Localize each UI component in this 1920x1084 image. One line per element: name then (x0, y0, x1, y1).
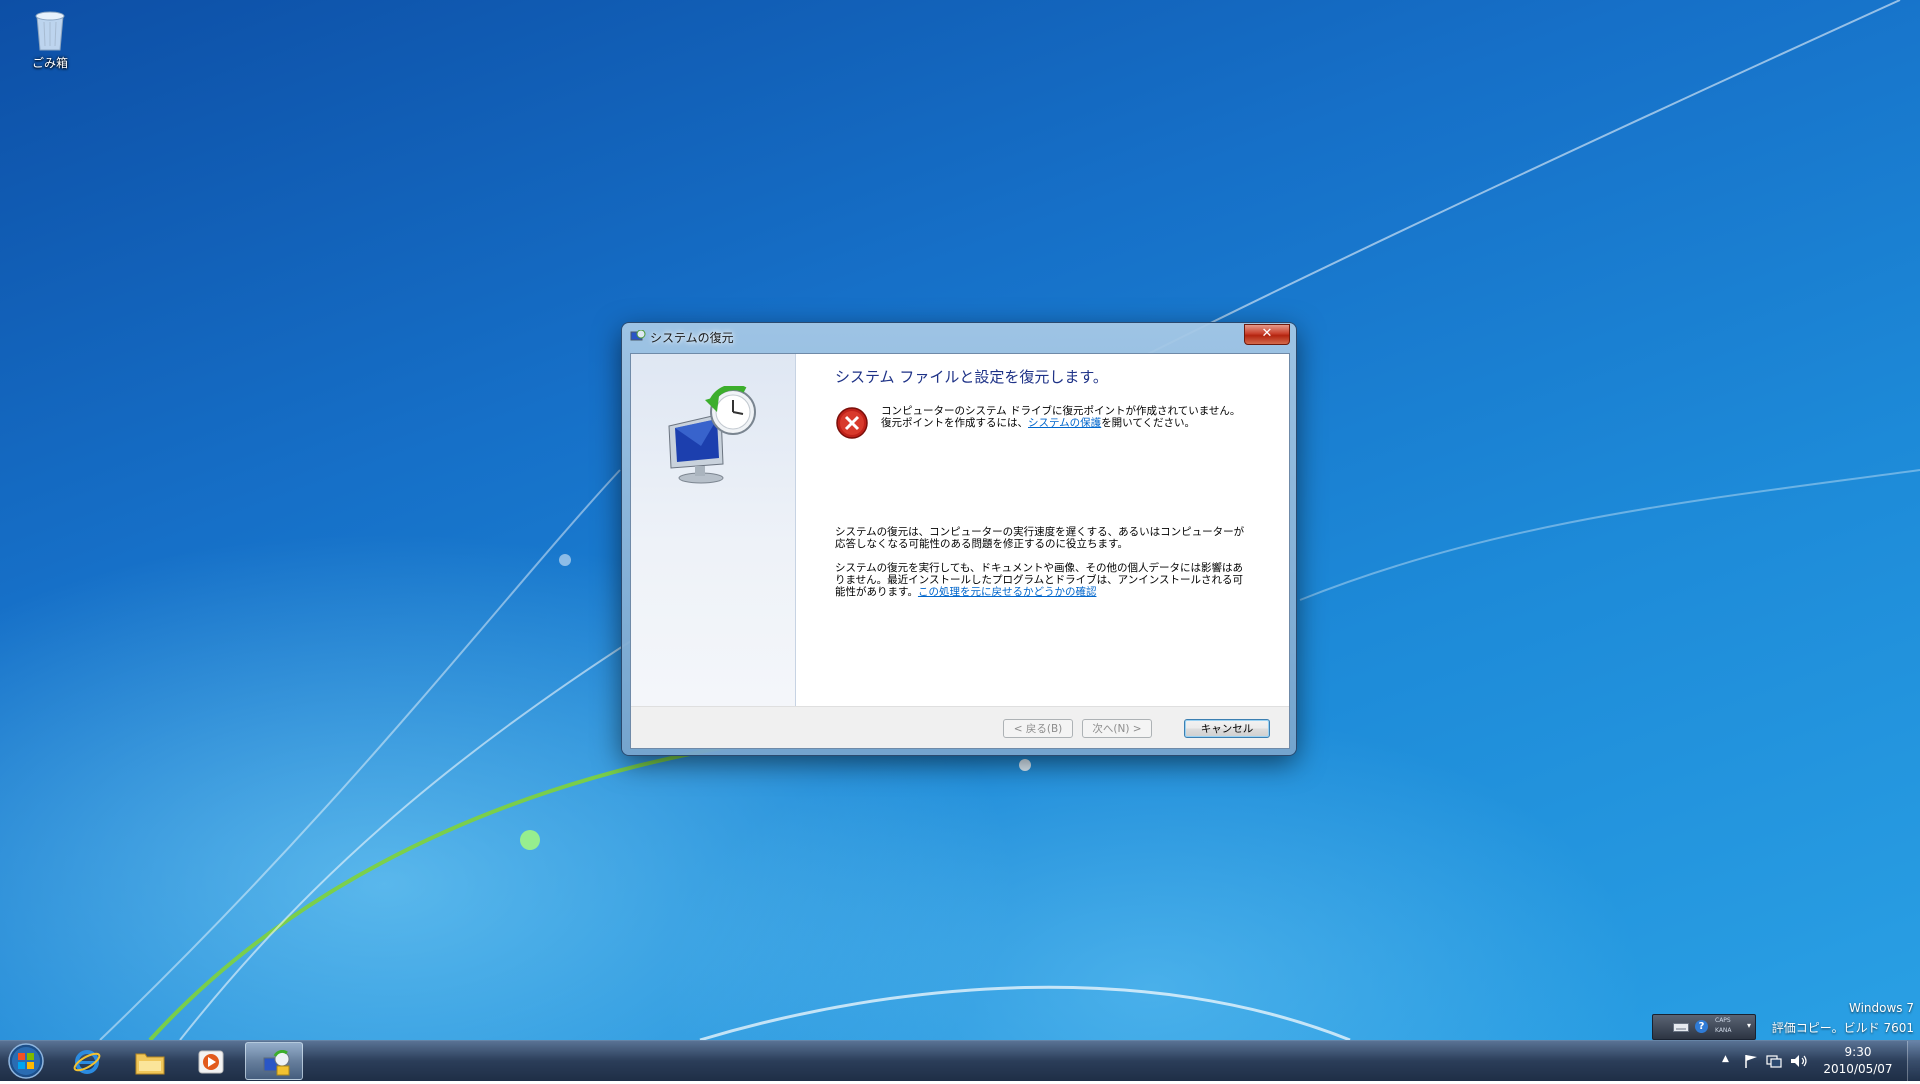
clock-time: 9:30 (1844, 1045, 1872, 1059)
windows-watermark: Windows 7 評価コピー。ビルド 7601 (1772, 998, 1914, 1038)
taskbar-clock[interactable]: 9:30 2010/05/07 (1818, 1044, 1898, 1078)
error-message: コンピューターのシステム ドライブに復元ポイントが作成されていません。復元ポイン… (881, 405, 1241, 429)
dialog-side-panel (631, 354, 796, 706)
media-player-icon (198, 1050, 224, 1074)
description-paragraph-1: システムの復元は、コンピューターの実行速度を遅くする、あるいはコンピューターが応… (835, 526, 1245, 550)
close-icon: ✕ (1261, 326, 1273, 341)
watermark-line-2: 評価コピー。ビルド 7601 (1771, 1021, 1914, 1035)
dialog-content: システム ファイルと設定を復元します。 コンピューターのシステム ドライブに復元… (795, 354, 1289, 706)
cancel-button[interactable]: キャンセル (1184, 719, 1270, 738)
recycle-bin-shortcut[interactable]: ごみ箱 (18, 6, 82, 71)
taskbar-windows-explorer[interactable] (120, 1042, 178, 1080)
next-button[interactable]: 次へ(N) > (1082, 719, 1152, 738)
show-hidden-icons-button[interactable]: ▲ (1722, 1054, 1729, 1064)
keyboard-icon (1673, 1023, 1689, 1032)
error-text-after-link: を開いてください。 (1101, 417, 1196, 429)
undo-check-link[interactable]: この処理を元に戻せるかどうかの確認 (918, 586, 1097, 598)
taskbar-internet-explorer[interactable] (58, 1042, 116, 1080)
langbar-options-icon[interactable]: ▾ (1747, 1021, 1751, 1030)
dialog-footer: < 戻る(B) 次へ(N) > キャンセル (631, 706, 1289, 748)
taskbar-system-restore[interactable] (245, 1042, 303, 1080)
error-x-icon (836, 407, 868, 439)
kana-indicator: KANA (1715, 1027, 1732, 1034)
desktop: ごみ箱 システムの復元 ✕ システム ファイルと設定を復元します。 コンピュータ… (0, 0, 1920, 1040)
back-button[interactable]: < 戻る(B) (1003, 719, 1073, 738)
caps-indicator: CAPS (1715, 1017, 1731, 1024)
watermark-line-1: Windows 7 (1848, 1001, 1914, 1015)
dialog-heading: システム ファイルと設定を復元します。 (835, 368, 1108, 386)
dialog-client-area: システム ファイルと設定を復元します。 コンピューターのシステム ドライブに復元… (630, 353, 1290, 749)
help-icon[interactable]: ? (1695, 1020, 1708, 1033)
network-icon[interactable] (1766, 1054, 1782, 1068)
show-desktop-button[interactable] (1907, 1041, 1920, 1081)
dialog-titlebar[interactable]: システムの復元 ✕ (622, 323, 1296, 351)
system-protection-link[interactable]: システムの保護 (1028, 417, 1101, 429)
action-center-flag-icon[interactable] (1744, 1054, 1760, 1068)
folder-icon (135, 1053, 165, 1075)
system-restore-dialog: システムの復元 ✕ システム ファイルと設定を復元します。 コンピューターのシス… (622, 323, 1296, 755)
clock-date: 2010/05/07 (1823, 1062, 1893, 1076)
description-paragraph-2: システムの復元を実行しても、ドキュメントや画像、その他の個人データには影響はあり… (835, 562, 1245, 598)
system-restore-illustration-icon (668, 386, 756, 484)
language-bar[interactable]: ? CAPS KANA ▾ (1652, 1014, 1756, 1040)
windows-orb-icon (8, 1043, 44, 1079)
close-button[interactable]: ✕ (1244, 324, 1290, 345)
recycle-bin-icon (35, 11, 65, 51)
start-button[interactable] (6, 1042, 46, 1080)
system-restore-icon (630, 330, 646, 341)
taskbar-media-player[interactable] (182, 1042, 240, 1080)
recycle-bin-label: ごみ箱 (31, 56, 68, 70)
system-restore-taskbar-icon (263, 1050, 290, 1076)
taskbar: ▲ 9:30 2010/05/07 (0, 1040, 1920, 1081)
internet-explorer-icon (73, 1050, 101, 1074)
dialog-title: システムの復元 (650, 331, 734, 345)
volume-icon[interactable] (1790, 1054, 1808, 1068)
